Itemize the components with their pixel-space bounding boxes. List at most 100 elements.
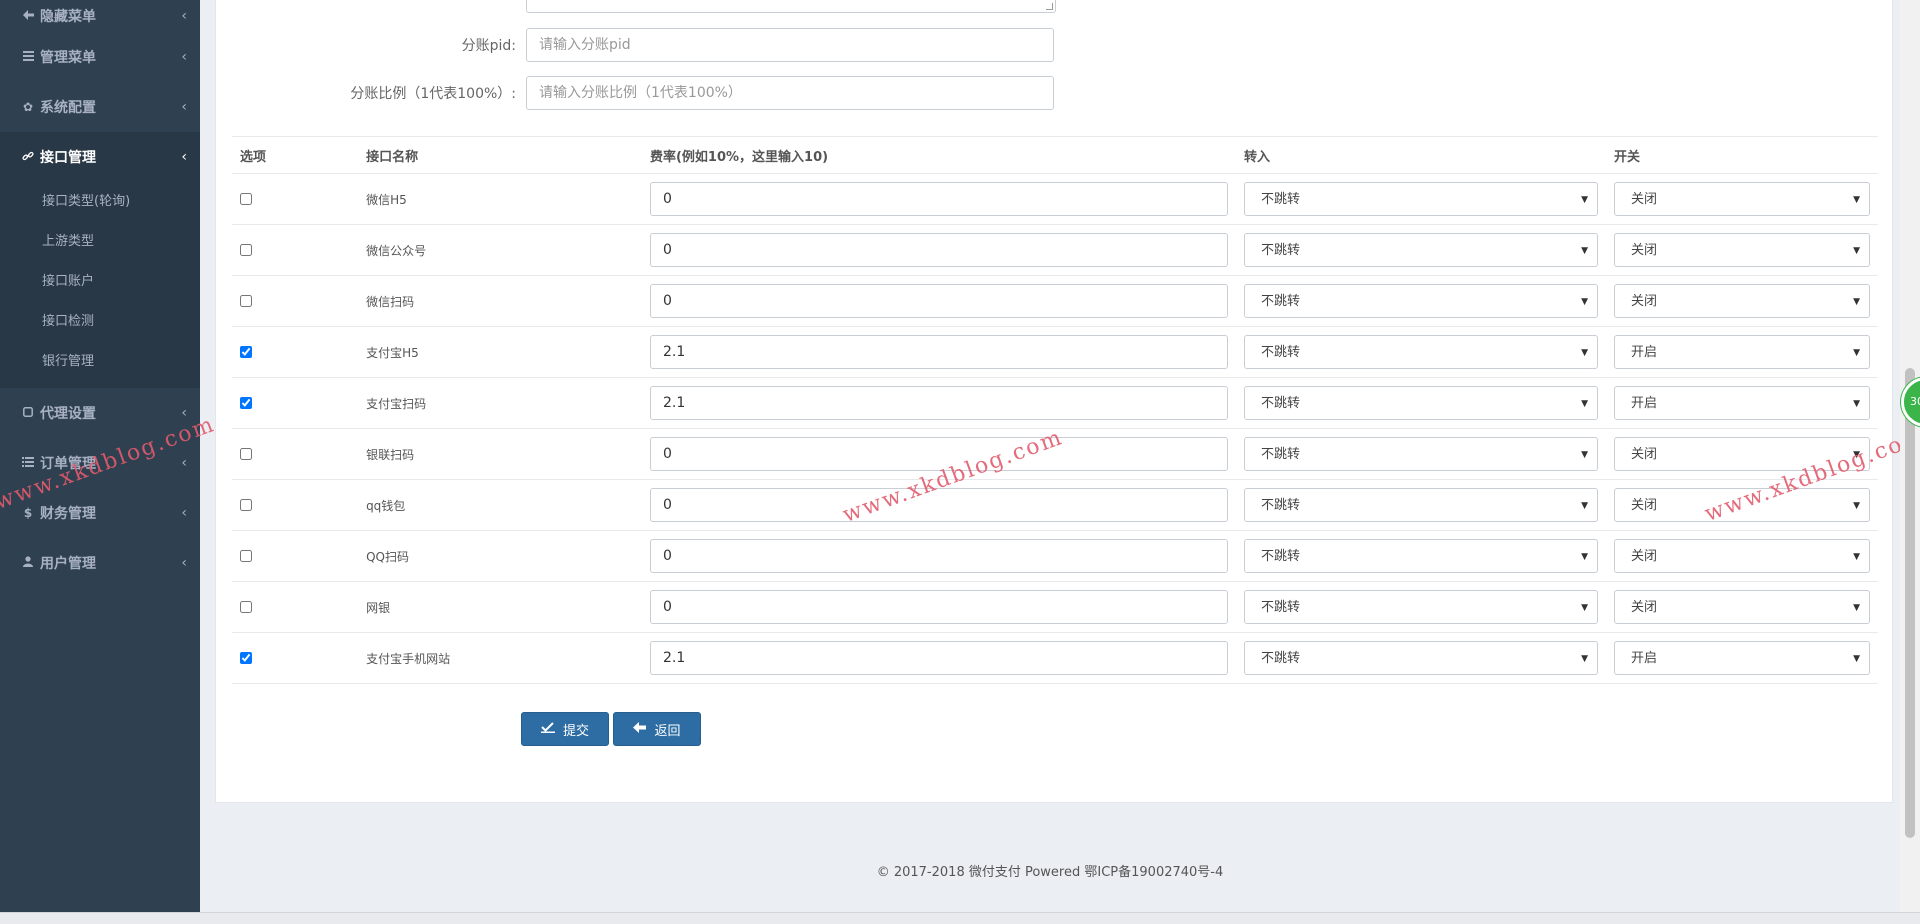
row-checkbox[interactable] — [240, 499, 252, 511]
cell-rate — [641, 428, 1236, 480]
jump-select[interactable]: 不跳转 ▼ — [1243, 437, 1598, 471]
switch-select[interactable]: 关闭 ▼ — [1614, 437, 1870, 471]
rate-input[interactable] — [649, 437, 1228, 471]
menu-interface-manage[interactable]: 接口管理 ‹ — [0, 132, 200, 182]
key-textarea[interactable] — [526, 0, 1056, 13]
interface-name: 微信H5 — [358, 173, 642, 225]
menu-user-manage[interactable]: 用户管理 ‹ — [0, 538, 200, 588]
switch-select[interactable]: 开启 ▼ — [1614, 641, 1870, 675]
switch-select[interactable]: 开启 ▼ — [1614, 386, 1870, 420]
footer: © 2017-2018 微付支付 Powered 鄂ICP备19002740号-… — [876, 865, 1224, 880]
caret-down-icon: ▼ — [1853, 603, 1860, 613]
switch-select[interactable]: 关闭 ▼ — [1614, 233, 1870, 267]
table-row: 银联扫码 不跳转 ▼ 关闭 ▼ — [232, 428, 1878, 480]
row-checkbox[interactable] — [240, 448, 252, 460]
submenu-item-interface-account[interactable]: 接口账户 — [0, 262, 200, 302]
menu-label: 用户管理 — [40, 556, 96, 572]
resize-handle-icon[interactable] — [1046, 3, 1053, 10]
submenu-item-interface-check[interactable]: 接口检测 — [0, 302, 200, 342]
scrollbar-thumb[interactable] — [1905, 368, 1915, 838]
jump-select[interactable]: 不跳转 ▼ — [1243, 284, 1598, 318]
submit-button[interactable]: 提交 — [521, 712, 609, 746]
square-icon — [20, 406, 36, 420]
switch-select-value: 开启 — [1631, 345, 1658, 360]
switch-select-value: 关闭 — [1631, 498, 1658, 513]
caret-down-icon: ▼ — [1581, 399, 1588, 409]
rate-input[interactable] — [649, 641, 1228, 675]
menu-finance-manage[interactable]: $ 财务管理 ‹ — [0, 488, 200, 538]
switch-select[interactable]: 关闭 ▼ — [1614, 284, 1870, 318]
interface-name: QQ扫码 — [358, 530, 642, 582]
table-row: 微信公众号 不跳转 ▼ 关闭 ▼ — [232, 224, 1878, 276]
rate-input[interactable] — [649, 182, 1228, 216]
row-checkbox[interactable] — [240, 244, 252, 256]
table-row: 支付宝扫码 不跳转 ▼ 开启 ▼ — [232, 377, 1878, 429]
rate-input[interactable] — [649, 233, 1228, 267]
sidebar: 隐藏菜单 ‹ 管理菜单 ‹ ✿ 系统配置 ‹ 接口管理 ‹ 接口类型(轮询) 上… — [0, 0, 200, 912]
row-checkbox[interactable] — [240, 295, 252, 307]
caret-down-icon: ▼ — [1581, 246, 1588, 256]
switch-select[interactable]: 关闭 ▼ — [1614, 488, 1870, 522]
chevron-left-icon: ‹ — [181, 555, 187, 571]
pid-input[interactable] — [526, 28, 1054, 62]
chevron-left-icon: ‹ — [181, 405, 187, 421]
jump-select-value: 不跳转 — [1260, 600, 1300, 615]
cell-option — [232, 275, 359, 327]
menu-manage[interactable]: 管理菜单 ‹ — [0, 32, 200, 82]
switch-select[interactable]: 关闭 ▼ — [1614, 590, 1870, 624]
switch-select-value: 关闭 — [1631, 600, 1658, 615]
rate-input[interactable] — [649, 284, 1228, 318]
cell-switch: 关闭 ▼ — [1606, 530, 1878, 582]
menu-hide[interactable]: 隐藏菜单 ‹ — [0, 0, 200, 32]
dollar-icon: $ — [23, 506, 33, 520]
rate-input[interactable] — [649, 488, 1228, 522]
row-checkbox[interactable] — [240, 193, 252, 205]
row-checkbox[interactable] — [240, 346, 252, 358]
table-body: 微信H5不跳转▼关闭▼微信公众号不跳转▼关闭▼微信扫码不跳转▼关闭▼支付宝H5不… — [232, 173, 1878, 684]
submenu-item-interface-type[interactable]: 接口类型(轮询) — [0, 182, 200, 222]
table-row: 微信扫码 不跳转 ▼ 关闭 ▼ — [232, 275, 1878, 327]
jump-select[interactable]: 不跳转 ▼ — [1243, 641, 1598, 675]
back-label: 返回 — [654, 723, 681, 739]
rate-input[interactable] — [649, 539, 1228, 573]
row-checkbox[interactable] — [240, 550, 252, 562]
cell-rate — [641, 326, 1236, 378]
jump-select[interactable]: 不跳转 ▼ — [1243, 488, 1598, 522]
bottom-strip — [0, 912, 1920, 924]
switch-select[interactable]: 关闭 ▼ — [1614, 182, 1870, 216]
ratio-input[interactable] — [526, 76, 1054, 110]
caret-down-icon: ▼ — [1581, 603, 1588, 613]
back-button[interactable]: 返回 — [613, 712, 701, 746]
switch-select[interactable]: 开启 ▼ — [1614, 335, 1870, 369]
row-checkbox[interactable] — [240, 601, 252, 613]
jump-select[interactable]: 不跳转 ▼ — [1243, 386, 1598, 420]
interface-name: 支付宝H5 — [358, 326, 642, 378]
cell-option — [232, 173, 359, 225]
chevron-left-icon: ‹ — [181, 8, 187, 24]
menu-order-manage[interactable]: 订单管理 ‹ — [0, 438, 200, 488]
main-content: 分账pid: 分账比例（1代表100%）: 选项 接口名称 费率(例如10%，这… — [200, 0, 1900, 912]
submenu-item-bank-manage[interactable]: 银行管理 — [0, 342, 200, 382]
row-checkbox[interactable] — [240, 652, 252, 664]
jump-select[interactable]: 不跳转 ▼ — [1243, 182, 1598, 216]
jump-select-value: 不跳转 — [1260, 498, 1300, 513]
table-row: 支付宝手机网站 不跳转 ▼ 开启 ▼ — [232, 632, 1878, 684]
menu-agent-settings[interactable]: 代理设置 ‹ — [0, 388, 200, 438]
jump-select[interactable]: 不跳转 ▼ — [1243, 335, 1598, 369]
menu-system-config[interactable]: ✿ 系统配置 ‹ — [0, 82, 200, 132]
interface-name: 支付宝手机网站 — [358, 632, 642, 684]
rate-input[interactable] — [649, 335, 1228, 369]
caret-down-icon: ▼ — [1581, 552, 1588, 562]
rate-input[interactable] — [649, 386, 1228, 420]
cell-rate — [641, 377, 1236, 429]
arrow-left-icon — [633, 721, 647, 737]
submit-label: 提交 — [562, 723, 589, 739]
jump-select[interactable]: 不跳转 ▼ — [1243, 233, 1598, 267]
row-checkbox[interactable] — [240, 397, 252, 409]
submenu-item-upstream-type[interactable]: 上游类型 — [0, 222, 200, 262]
rate-input[interactable] — [649, 590, 1228, 624]
jump-select[interactable]: 不跳转 ▼ — [1243, 539, 1598, 573]
jump-select[interactable]: 不跳转 ▼ — [1243, 590, 1598, 624]
switch-select[interactable]: 关闭 ▼ — [1614, 539, 1870, 573]
cell-jump: 不跳转 ▼ — [1235, 224, 1606, 276]
